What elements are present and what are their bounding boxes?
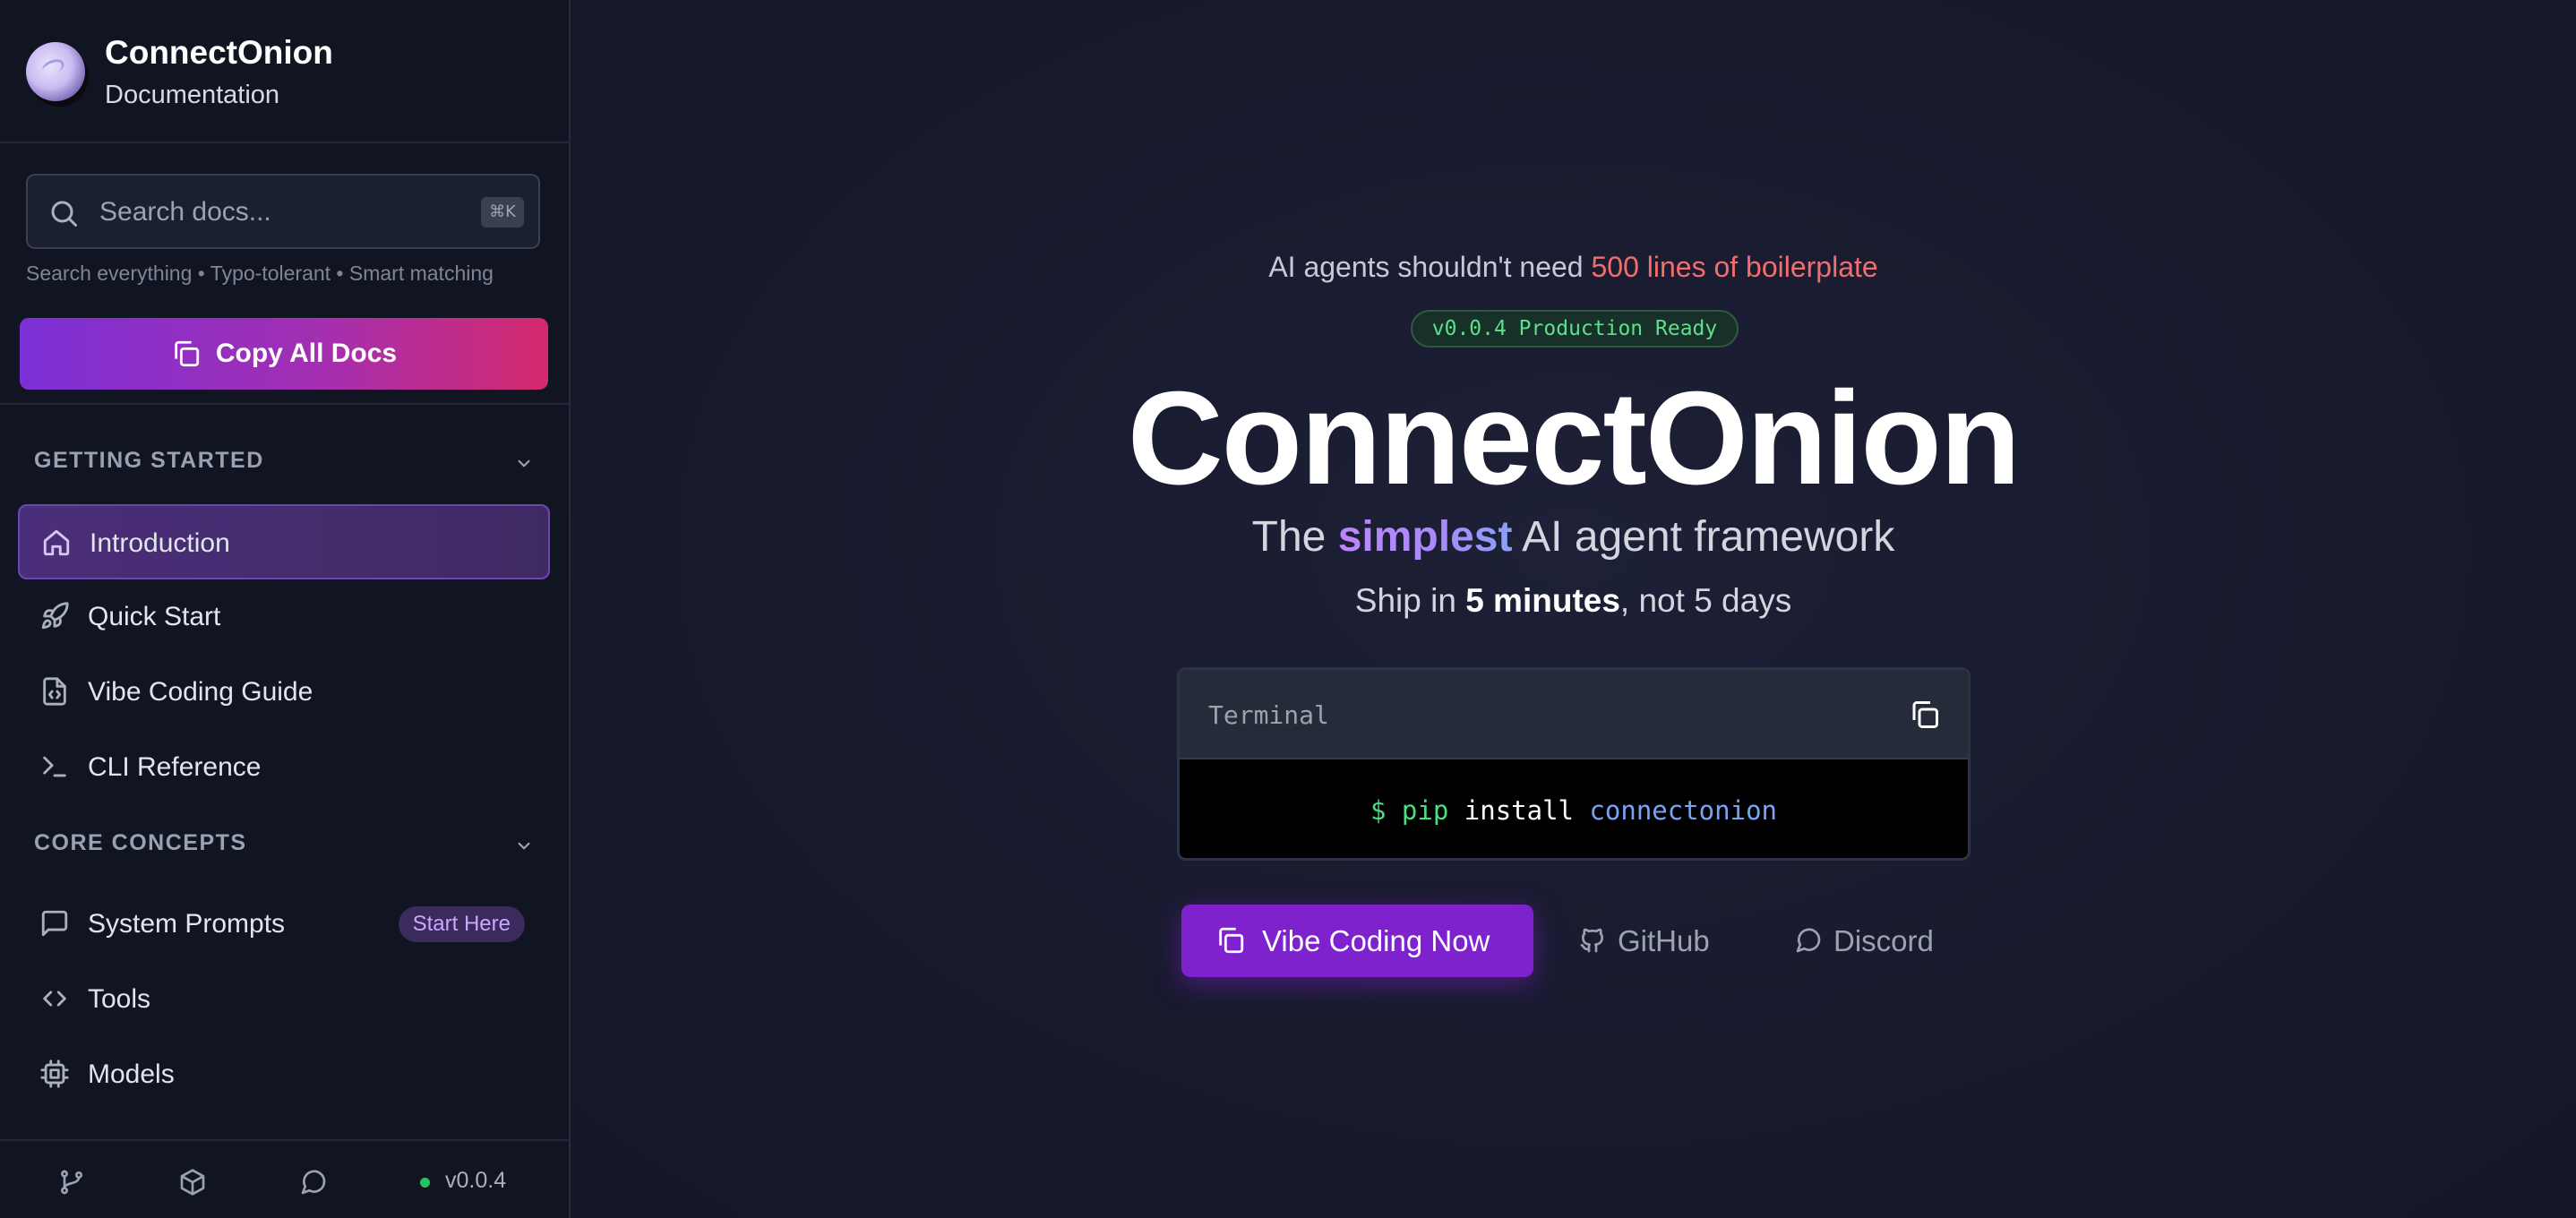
chevron-down-icon bbox=[518, 842, 530, 850]
copy-icon bbox=[1219, 927, 1244, 954]
tagline: AI agents shouldn't need 500 lines of bo… bbox=[571, 251, 2576, 284]
rocket-icon bbox=[41, 602, 69, 630]
copy-icon bbox=[175, 340, 200, 367]
tagline-prefix: AI agents shouldn't need bbox=[1268, 251, 1592, 283]
ship-suffix: , not 5 days bbox=[1619, 582, 1792, 619]
nav-item-introduction[interactable]: Introduction bbox=[18, 504, 550, 579]
terminal-title: Terminal bbox=[1208, 700, 1329, 730]
vibe-coding-now-label: Vibe Coding Now bbox=[1262, 924, 1490, 957]
subtitle-suffix: AI agent framework bbox=[1512, 513, 1895, 561]
version-badge: v0.0.4 Production Ready bbox=[1411, 310, 1739, 347]
chat-bubble-icon bbox=[1796, 928, 1821, 953]
github-button[interactable]: GitHub bbox=[1578, 906, 1713, 976]
brand-subtitle: Documentation bbox=[105, 81, 280, 109]
nav-item-label: CLI Reference bbox=[88, 752, 262, 782]
onion-logo-icon[interactable] bbox=[26, 42, 85, 101]
copy-all-docs-label: Copy All Docs bbox=[215, 339, 398, 368]
terminal-block: Terminal $ pip install connectonion bbox=[1177, 667, 1971, 861]
start-here-badge: Start Here bbox=[398, 906, 525, 942]
nav-item-vibe-coding-guide[interactable]: Vibe Coding Guide bbox=[18, 655, 550, 730]
sidebar-divider bbox=[0, 403, 569, 405]
discord-button[interactable]: Discord bbox=[1794, 906, 1946, 976]
section-title: GETTING STARTED bbox=[34, 448, 264, 473]
search-input[interactable] bbox=[99, 192, 440, 233]
nav-item-label: Quick Start bbox=[88, 602, 221, 631]
ship-prefix: Ship in bbox=[1354, 582, 1466, 619]
hero-title: ConnectOnion bbox=[1127, 365, 2021, 512]
terminal-icon bbox=[43, 756, 66, 777]
terminal-prompt: $ pip bbox=[1370, 795, 1449, 826]
nav-item-models[interactable]: Models bbox=[18, 1037, 550, 1112]
nav-item-tools[interactable]: Tools bbox=[18, 962, 550, 1037]
status-dot bbox=[420, 1178, 430, 1188]
terminal-cmd: install bbox=[1448, 795, 1590, 826]
vibe-coding-now-button[interactable]: Vibe Coding Now bbox=[1181, 905, 1533, 977]
github-icon bbox=[1580, 928, 1603, 953]
section-core-concepts[interactable]: CORE CONCEPTS bbox=[34, 830, 536, 866]
copy-icon[interactable] bbox=[1909, 699, 1941, 731]
terminal-header: Terminal bbox=[1180, 670, 1968, 759]
discord-label: Discord bbox=[1833, 924, 1934, 957]
subtitle-prefix: The bbox=[1251, 513, 1338, 561]
main-content: AI agents shouldn't need 500 lines of bo… bbox=[571, 0, 2576, 1218]
terminal-command[interactable]: $ pip install connectonion bbox=[1180, 795, 1968, 826]
brand-name[interactable]: ConnectOnion bbox=[105, 34, 333, 72]
section-getting-started[interactable]: GETTING STARTED bbox=[34, 448, 536, 484]
subtitle-highlight: simplest bbox=[1337, 513, 1513, 561]
nav-item-cli-reference[interactable]: CLI Reference bbox=[18, 730, 550, 805]
sidebar-footer: v0.0.4 bbox=[0, 1139, 569, 1218]
tagline-highlight: 500 lines of boilerplate bbox=[1591, 251, 1878, 283]
nav-item-label: System Prompts bbox=[88, 909, 286, 939]
search-shortcut-badge: ⌘K bbox=[481, 197, 524, 227]
sidebar: ConnectOnion Documentation ⌘K Search eve… bbox=[0, 0, 571, 1218]
search-icon bbox=[51, 201, 77, 227]
code-icon bbox=[43, 991, 66, 1007]
hero-subtitle: The simplest AI agent framework bbox=[571, 512, 2576, 562]
nav-item-label: Introduction bbox=[90, 528, 230, 558]
cpu-icon bbox=[40, 1059, 69, 1088]
section-title: CORE CONCEPTS bbox=[34, 830, 247, 855]
nav-item-system-prompts[interactable]: System Prompts Start Here bbox=[18, 887, 550, 962]
chevron-down-icon bbox=[518, 459, 530, 467]
home-icon bbox=[43, 529, 70, 556]
package-icon[interactable] bbox=[178, 1168, 207, 1197]
brand-header: ConnectOnion Documentation bbox=[0, 0, 569, 143]
git-branch-icon[interactable] bbox=[57, 1168, 86, 1197]
nav-item-quick-start[interactable]: Quick Start bbox=[18, 579, 550, 655]
message-square-icon bbox=[41, 910, 68, 937]
terminal-package: connectonion bbox=[1589, 795, 1777, 826]
version-label: v0.0.4 bbox=[445, 1168, 507, 1193]
ship-line: Ship in 5 minutes, not 5 days bbox=[571, 582, 2576, 620]
nav-item-label: Models bbox=[88, 1059, 175, 1089]
github-label: GitHub bbox=[1618, 924, 1710, 957]
search-hint: Search everything • Typo-tolerant • Smar… bbox=[26, 262, 494, 285]
ship-bold: 5 minutes bbox=[1465, 582, 1620, 619]
nav-item-label: Vibe Coding Guide bbox=[88, 677, 313, 707]
search-box[interactable]: ⌘K bbox=[26, 174, 540, 249]
chat-icon[interactable] bbox=[299, 1168, 328, 1197]
nav-item-label: Tools bbox=[88, 984, 151, 1014]
copy-all-docs-button[interactable]: Copy All Docs bbox=[20, 318, 548, 390]
file-code-icon bbox=[43, 677, 66, 706]
